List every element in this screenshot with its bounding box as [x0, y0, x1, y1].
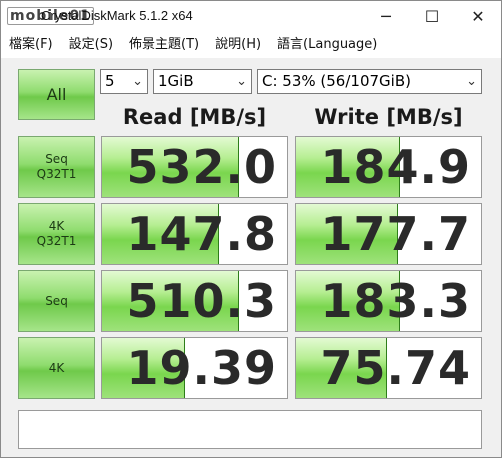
result-cell-write: 183.3	[295, 270, 482, 332]
test-count-value: 5	[105, 72, 115, 90]
result-cell-read: 147.8	[101, 203, 288, 265]
main-panel: All 5 ⌄ 1GiB ⌄ C: 53% (56/107GiB) ⌄ Read…	[1, 58, 501, 457]
result-cell-write: 177.7	[295, 203, 482, 265]
row-label: Seq Q32T1	[36, 152, 77, 181]
row-label: Seq	[45, 293, 68, 308]
result-cell-read: 510.3	[101, 270, 288, 332]
write-header: Write [MB/s]	[314, 105, 463, 129]
result-value: 183.3	[320, 274, 471, 328]
result-value: 510.3	[126, 274, 277, 328]
app-window: mobile01 CrystalDiskMark 5.1.2 x64 ─ ☐ ✕…	[0, 0, 502, 458]
result-value: 177.7	[320, 207, 471, 261]
menu-language[interactable]: 語言(Language)	[269, 32, 385, 58]
test-size-select[interactable]: 1GiB ⌄	[153, 69, 252, 94]
4k-button[interactable]: 4K	[18, 337, 95, 399]
result-value: 184.9	[320, 140, 471, 194]
drive-select[interactable]: C: 53% (56/107GiB) ⌄	[257, 69, 482, 94]
menu-theme[interactable]: 佈景主題(T)	[121, 32, 207, 58]
menu-bar: 檔案(F) 設定(S) 佈景主題(T) 說明(H) 語言(Language)	[1, 32, 501, 58]
result-cell-write: 184.9	[295, 136, 482, 198]
minimize-button[interactable]: ─	[363, 1, 409, 32]
close-button[interactable]: ✕	[455, 1, 501, 32]
read-header: Read [MB/s]	[122, 105, 267, 129]
seq-button[interactable]: Seq	[18, 270, 95, 332]
maximize-button[interactable]: ☐	[409, 1, 455, 32]
result-cell-read: 19.39	[101, 337, 288, 399]
menu-help[interactable]: 說明(H)	[207, 32, 269, 58]
chevron-down-icon: ⌄	[132, 74, 143, 89]
4k-q32t1-button[interactable]: 4K Q32T1	[18, 203, 95, 265]
result-cell-read: 532.0	[101, 136, 288, 198]
menu-file[interactable]: 檔案(F)	[1, 32, 61, 58]
menu-settings[interactable]: 設定(S)	[61, 32, 121, 58]
drive-value: C: 53% (56/107GiB)	[262, 72, 411, 90]
test-size-value: 1GiB	[158, 72, 194, 90]
title-bar: mobile01 CrystalDiskMark 5.1.2 x64 ─ ☐ ✕	[1, 1, 501, 32]
comment-field[interactable]	[18, 410, 482, 449]
result-cell-write: 75.74	[295, 337, 482, 399]
result-value: 532.0	[126, 140, 277, 194]
result-value: 147.8	[126, 207, 277, 261]
result-value: 75.74	[320, 341, 471, 395]
seq-q32t1-button[interactable]: Seq Q32T1	[18, 136, 95, 198]
chevron-down-icon: ⌄	[466, 74, 477, 89]
window-title: CrystalDiskMark 5.1.2 x64	[41, 8, 193, 23]
chevron-down-icon: ⌄	[236, 74, 247, 89]
result-value: 19.39	[126, 341, 277, 395]
run-all-button[interactable]: All	[18, 69, 95, 120]
row-label: 4K	[48, 360, 65, 375]
test-count-select[interactable]: 5 ⌄	[100, 69, 148, 94]
row-label: 4K Q32T1	[36, 219, 77, 248]
